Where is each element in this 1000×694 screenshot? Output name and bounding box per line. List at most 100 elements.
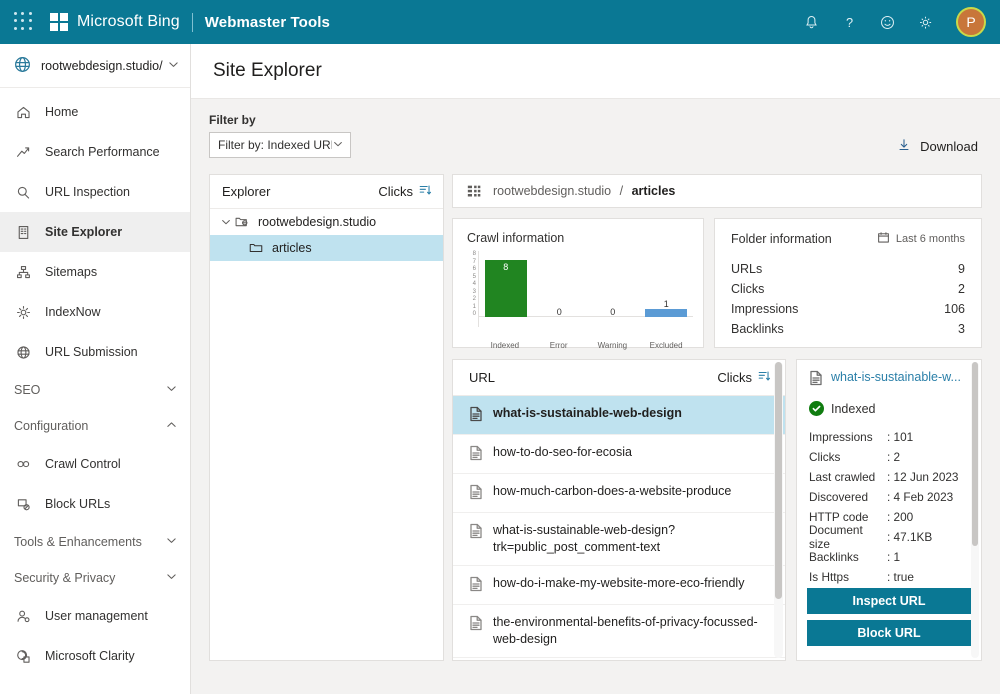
avatar[interactable]: P <box>956 7 986 37</box>
folder-info-key: Impressions <box>731 302 799 316</box>
settings-gear-icon[interactable] <box>914 11 936 33</box>
url-list[interactable]: what-is-sustainable-web-design how-to-do… <box>453 396 785 660</box>
explorer-sort-label: Clicks <box>378 184 413 199</box>
filter-dropdown[interactable]: Filter by: Indexed URLs <box>209 132 351 158</box>
sidebar-item-url-submission[interactable]: URL Submission <box>0 332 190 372</box>
sidebar-group-configuration[interactable]: Configuration <box>0 408 190 444</box>
detail-value: : 4 Feb 2023 <box>887 490 954 504</box>
breadcrumb-root[interactable]: rootwebdesign.studio <box>493 184 611 198</box>
gear-icon <box>14 303 32 321</box>
url-list-item[interactable]: what-is-sustainable-web-design?trk=publi… <box>453 513 785 566</box>
status-badge: Indexed <box>809 401 969 416</box>
detail-value: : 200 <box>887 510 914 524</box>
sort-descending-icon <box>418 183 432 200</box>
detail-value: : 101 <box>887 430 914 444</box>
folder-info-key: Clicks <box>731 282 765 296</box>
chart-bar-group[interactable]: 8 <box>479 251 533 317</box>
url-list-scrollbar[interactable] <box>774 362 783 658</box>
url-list-item[interactable]: how-to-do-seo-for-ecosia <box>453 435 785 474</box>
folder-info-row: Clicks 2 <box>731 279 965 299</box>
detail-value: : 47.1KB <box>887 530 933 544</box>
download-label: Download <box>920 139 978 154</box>
sidebar-item-label: Microsoft Clarity <box>45 649 135 663</box>
chart-bar-group[interactable]: 0 <box>533 251 587 317</box>
scrollbar-thumb[interactable] <box>775 362 782 599</box>
details-column: rootwebdesign.studio / articles Crawl in… <box>452 174 982 661</box>
url-list-item[interactable]: what-is-sustainable-web-design <box>453 396 785 435</box>
sidebar-group-seo[interactable]: SEO <box>0 372 190 408</box>
tree-row[interactable]: articles <box>210 235 443 261</box>
sidebar-group-tools-enhancements[interactable]: Tools & Enhancements <box>0 524 190 560</box>
url-table-panel: URL Clicks what-is-sustainable-web-desig… <box>452 359 786 661</box>
chevron-down-icon[interactable] <box>218 216 234 228</box>
url-text: what-is-sustainable-web-design <box>493 406 682 420</box>
sidebar-item-search-performance[interactable]: Search Performance <box>0 132 190 172</box>
download-button[interactable]: Download <box>896 137 978 158</box>
sidebar-item-url-inspection[interactable]: URL Inspection <box>0 172 190 212</box>
sidebar-item-label: Crawl Control <box>45 457 121 471</box>
feedback-smiley-icon[interactable] <box>876 11 898 33</box>
url-sort-clicks[interactable]: Clicks <box>717 369 771 386</box>
help-question-icon[interactable]: ? <box>838 11 860 33</box>
folder-info-value: 3 <box>958 322 965 336</box>
waffle-menu-icon[interactable] <box>14 12 34 32</box>
folder-info-value: 106 <box>944 302 965 316</box>
y-tick: 8 <box>472 251 476 257</box>
detail-value: : 12 Jun 2023 <box>887 470 959 484</box>
sidebar-item-block-urls[interactable]: Block URLs <box>0 484 190 524</box>
notification-bell-icon[interactable] <box>800 11 822 33</box>
sidebar-item-site-explorer[interactable]: Site Explorer <box>0 212 190 252</box>
inspect-url-button[interactable]: Inspect URL <box>807 588 971 614</box>
sidebar-nav: Home Search Performance URL Inspection S… <box>0 88 190 676</box>
page-icon <box>809 370 823 389</box>
page-icon <box>469 575 483 595</box>
page-icon <box>469 405 483 425</box>
detail-row: Discovered : 4 Feb 2023 <box>809 487 969 507</box>
filter-group: Filter by Filter by: Indexed URLs <box>209 113 351 158</box>
detail-value: : true <box>887 570 914 584</box>
filter-label: Filter by <box>209 113 256 127</box>
sidebar-group-label: Tools & Enhancements <box>14 535 142 549</box>
sidebar-item-microsoft-clarity[interactable]: Microsoft Clarity <box>0 636 190 676</box>
tree-row[interactable]: rootwebdesign.studio <box>210 209 443 235</box>
magnifier-icon <box>14 183 32 201</box>
url-list-item[interactable]: tools-for-calculating-your-websites-co2-… <box>453 658 785 660</box>
folder-info-key: URLs <box>731 262 763 276</box>
site-selector[interactable]: rootwebdesign.studio/ <box>0 44 190 88</box>
sidebar-item-label: Block URLs <box>45 497 111 511</box>
sidebar-group-security-privacy[interactable]: Security & Privacy <box>0 560 190 596</box>
sidebar-item-indexnow[interactable]: IndexNow <box>0 292 190 332</box>
scrollbar-thumb[interactable] <box>972 362 978 546</box>
explorer-sort-clicks[interactable]: Clicks <box>378 183 432 200</box>
folder-information-card: Folder information Last 6 months URLs 9 … <box>714 218 982 348</box>
url-list-item[interactable]: how-do-i-make-my-website-more-eco-friend… <box>453 566 785 605</box>
sidebar-item-user-management[interactable]: User management <box>0 596 190 636</box>
chart-bar-group[interactable]: 1 <box>640 251 694 317</box>
app-shell: rootwebdesign.studio/ Home Search Perfor… <box>0 44 1000 694</box>
sidebar-group-label: Configuration <box>14 419 89 433</box>
breadcrumb: rootwebdesign.studio / articles <box>452 174 982 208</box>
page-icon <box>469 483 483 503</box>
detail-url-link[interactable]: what-is-sustainable-w... <box>831 370 961 384</box>
detail-key: Last crawled <box>809 470 876 484</box>
detail-scrollbar[interactable] <box>971 362 979 658</box>
url-list-item[interactable]: the-environmental-benefits-of-privacy-fo… <box>453 605 785 658</box>
chart-plot-area: 8 0 0 1 <box>478 251 693 327</box>
block-url-button[interactable]: Block URL <box>807 620 971 646</box>
sidebar-item-home[interactable]: Home <box>0 92 190 132</box>
url-list-item[interactable]: how-much-carbon-does-a-website-produce <box>453 474 785 513</box>
detail-url-row: what-is-sustainable-w... <box>809 370 969 389</box>
main-content: Site Explorer Filter by Filter by: Index… <box>191 44 1000 694</box>
x-tick: Warning <box>597 341 628 350</box>
y-tick: 2 <box>472 296 476 302</box>
bar[interactable] <box>645 309 688 317</box>
detail-actions: Inspect URL Block URL <box>797 588 981 660</box>
x-tick: Error <box>549 341 568 350</box>
y-tick: 3 <box>472 288 476 295</box>
sidebar-item-sitemaps[interactable]: Sitemaps <box>0 252 190 292</box>
sidebar-item-crawl-control[interactable]: Crawl Control <box>0 444 190 484</box>
chart-bar-group[interactable]: 0 <box>586 251 640 317</box>
sort-descending-icon <box>757 369 771 386</box>
url-column-header: URL <box>469 370 496 385</box>
crawl-bar-chart: 8 7 6 5 4 3 2 1 0 8 0 0 1 <box>467 251 693 341</box>
